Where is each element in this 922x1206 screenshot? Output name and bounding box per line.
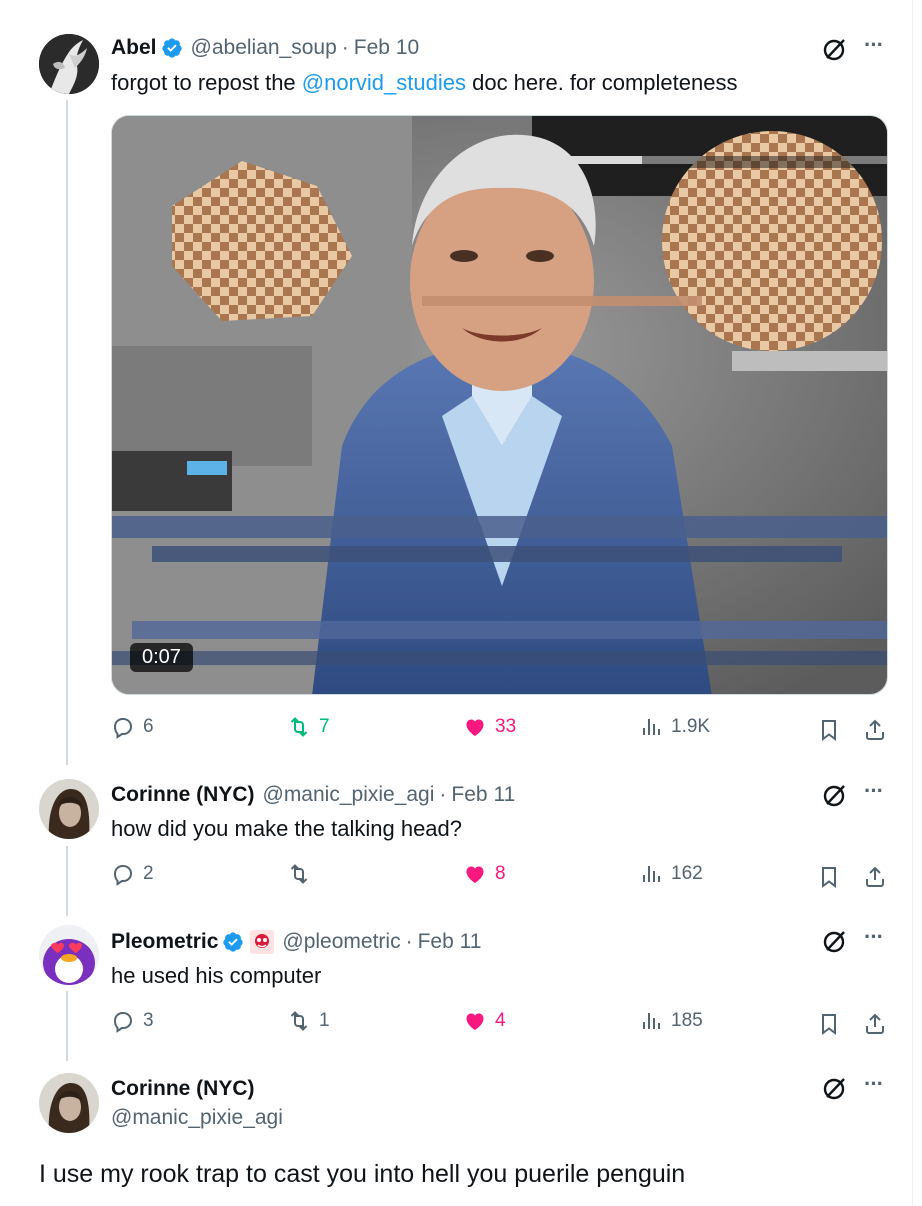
display-name[interactable]: Corinne (NYC) — [111, 783, 255, 807]
tweet-actions: 3 1 4 185 — [111, 1009, 891, 1039]
tweet-actions: 2 8 162 — [111, 862, 891, 892]
share-icon[interactable] — [863, 1012, 887, 1036]
handle[interactable]: @abelian_soup — [191, 36, 337, 60]
grok-icon[interactable] — [822, 36, 848, 62]
views-button[interactable]: 162 — [639, 862, 703, 886]
video-duration: 0:07 — [130, 643, 193, 672]
view-count: 185 — [671, 1010, 703, 1031]
grok-icon[interactable] — [822, 928, 848, 954]
handle[interactable]: @manic_pixie_agi — [263, 783, 435, 807]
timestamp[interactable]: Feb 11 — [451, 783, 515, 807]
repost-count: 1 — [319, 1010, 330, 1031]
more-icon[interactable]: ··· — [864, 926, 886, 952]
reply-count: 6 — [143, 716, 154, 737]
heart-icon — [466, 719, 484, 736]
separator-dot: · — [405, 930, 413, 953]
views-icon — [643, 866, 660, 882]
tweet-text-part: forgot to repost the — [111, 70, 302, 95]
views-icon — [643, 1013, 660, 1029]
reply-count: 3 — [143, 1010, 154, 1031]
tweet-corner-actions: ··· — [822, 34, 886, 62]
view-count: 162 — [671, 863, 703, 884]
display-name[interactable]: Corinne (NYC) — [111, 1077, 255, 1101]
view-count: 1.9K — [671, 716, 711, 737]
grok-icon[interactable] — [822, 1075, 848, 1101]
like-button[interactable]: 33 — [463, 715, 516, 739]
separator-dot: · — [439, 783, 447, 806]
bookmark-icon[interactable] — [817, 1012, 841, 1036]
tweet-text: how did you make the talking head? — [111, 816, 463, 841]
reply-button[interactable]: 3 — [111, 1009, 154, 1033]
tweet-header: Corinne (NYC) @manic_pixie_agi · Feb 11 — [111, 783, 515, 807]
repost-button[interactable] — [287, 862, 319, 886]
tweet-header: Corinne (NYC) — [111, 1077, 255, 1101]
tweet-text: he used his computer — [111, 963, 322, 988]
tweet-text: I use my rook trap to cast you into hell… — [39, 1160, 686, 1188]
reply-button[interactable]: 6 — [111, 715, 154, 739]
mention-link[interactable]: @norvid_studies — [302, 70, 466, 95]
display-name[interactable]: Pleometric — [111, 930, 218, 954]
reply-icon — [113, 1012, 133, 1033]
like-count: 4 — [495, 1010, 506, 1031]
like-button[interactable]: 8 — [463, 862, 506, 886]
avatar[interactable] — [39, 925, 99, 985]
repost-button[interactable]: 1 — [287, 1009, 330, 1033]
handle[interactable]: @pleometric — [282, 930, 400, 954]
timestamp[interactable]: Feb 11 — [418, 930, 482, 954]
tweet-handle-row: @manic_pixie_agi — [111, 1106, 283, 1130]
tweet-corner-actions: ··· — [822, 926, 886, 954]
grok-icon[interactable] — [822, 782, 848, 808]
affiliate-badge-icon[interactable] — [250, 930, 275, 954]
reply-button[interactable]: 2 — [111, 862, 154, 886]
tweet-header: Pleometric @pleometric · Feb 11 — [111, 930, 481, 954]
verified-check-icon — [161, 37, 183, 59]
tweet-actions: 6 7 33 1.9K — [111, 715, 891, 745]
repost-icon — [290, 864, 308, 884]
views-button[interactable]: 1.9K — [639, 715, 710, 739]
share-icon[interactable] — [863, 865, 887, 889]
tweet-corner-actions: ··· — [822, 780, 886, 808]
repost-icon — [290, 1011, 308, 1031]
reply-icon — [113, 865, 133, 886]
reply-icon — [113, 718, 133, 739]
reply-count: 2 — [143, 863, 154, 884]
tweet[interactable]: Abel @abelian_soup · Feb 10 ··· forgot t… — [0, 0, 912, 770]
more-icon[interactable]: ··· — [864, 1073, 886, 1099]
views-button[interactable]: 185 — [639, 1009, 703, 1033]
verified-check-icon — [222, 931, 244, 953]
repost-icon — [290, 717, 308, 737]
tweet[interactable]: Corinne (NYC) @manic_pixie_agi · Feb 11 … — [0, 770, 912, 920]
like-count: 8 — [495, 863, 506, 884]
like-button[interactable]: 4 — [463, 1009, 506, 1033]
separator-dot: · — [341, 36, 349, 59]
video-frame — [112, 116, 887, 694]
heart-icon — [466, 1013, 484, 1030]
bookmark-icon[interactable] — [817, 865, 841, 889]
avatar[interactable] — [39, 34, 99, 94]
timestamp[interactable]: Feb 10 — [354, 36, 419, 60]
more-icon[interactable]: ··· — [864, 780, 886, 806]
display-name[interactable]: Abel — [111, 36, 157, 60]
repost-count: 7 — [319, 716, 330, 737]
like-count: 33 — [495, 716, 517, 737]
heart-icon — [466, 866, 484, 883]
tweet-text-part: doc here. for completeness — [465, 70, 738, 95]
tweet[interactable]: Pleometric @pleometric · Feb 11 ··· he u… — [0, 920, 912, 1065]
avatar[interactable] — [39, 1073, 99, 1133]
handle[interactable]: @manic_pixie_agi — [111, 1106, 283, 1130]
tweet-text: forgot to repost the @norvid_studies doc… — [111, 69, 737, 97]
share-icon[interactable] — [863, 718, 887, 742]
bookmark-icon[interactable] — [817, 718, 841, 742]
tweet-corner-actions: ··· — [822, 1073, 886, 1101]
more-icon[interactable]: ··· — [864, 34, 886, 60]
video-player[interactable]: 0:07 — [111, 115, 888, 695]
tweet-header: Abel @abelian_soup · Feb 10 — [111, 36, 419, 60]
repost-button[interactable]: 7 — [287, 715, 330, 739]
views-icon — [643, 719, 660, 735]
column-border — [912, 0, 913, 1206]
avatar[interactable] — [39, 779, 99, 839]
focused-tweet[interactable]: Corinne (NYC) @manic_pixie_agi ··· I use… — [0, 1065, 912, 1206]
